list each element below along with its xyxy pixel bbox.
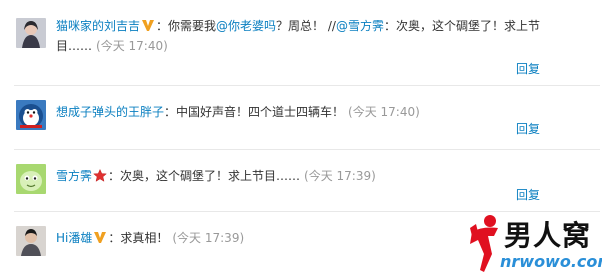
username-link[interactable]: Hi潘雄 [56,231,92,245]
avatar[interactable] [16,226,46,256]
mention-link[interactable]: @雪方霁 [336,19,384,33]
comment-text: ？周总！ // [276,19,336,33]
comment-text: ：次奥，这个碉堡了！求上节目…… [108,169,301,183]
comment-text: ：你需要我 [156,19,217,33]
username-link[interactable]: 猫咪家的刘吉吉 [56,19,140,33]
reply-button[interactable]: 回复 [516,186,540,203]
logo-title: 男人窝 [504,219,592,252]
logo-url: nrwowo.com [500,252,602,271]
avatar[interactable] [16,164,46,194]
comment-text: ：次奥，这个碉堡了！求上节 [383,19,540,33]
mention-link[interactable]: @你老婆吗 [216,19,276,33]
comment-time: (今天 17:39) [304,169,376,183]
comment-time: (今天 17:40) [348,105,420,119]
logo-figure-icon [468,214,502,274]
reply-button[interactable]: 回复 [516,60,540,77]
v-badge-icon [141,18,155,31]
reply-button[interactable]: 回复 [516,120,540,137]
watermark-logo: 男人窝 nrwowo.com [460,212,602,277]
comment-text: 目…… [56,39,93,53]
avatar[interactable] [16,100,46,130]
comment-time: (今天 17:39) [172,231,245,245]
divider [14,85,600,86]
username-link[interactable]: 雪方霁 [56,169,92,183]
divider [14,149,600,150]
avatar[interactable] [16,18,46,48]
comment-time: (今天 17:40) [96,39,168,53]
username-link[interactable]: 想成子弹头的王胖子 [56,105,164,119]
comment-text: ：中国好声音！四个道士四辆车！ [164,105,345,119]
v-badge-icon [93,230,107,243]
comment-text: ：求真相！ [108,231,169,245]
star-badge-icon [93,168,107,182]
